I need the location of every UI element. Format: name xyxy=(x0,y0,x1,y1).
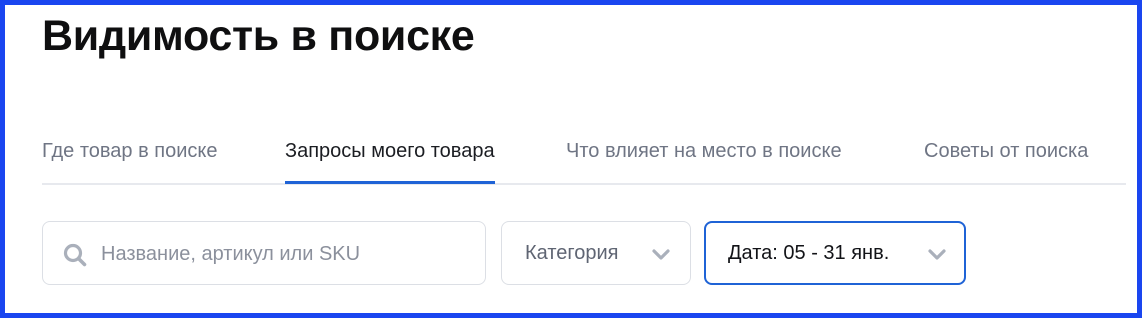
category-dropdown-label: Категория xyxy=(525,242,619,264)
tab-my-product-queries[interactable]: Запросы моего товара xyxy=(285,140,495,185)
tab-search-tips[interactable]: Советы от поиска xyxy=(924,140,1088,185)
date-range-label: Дата: 05 - 31 янв. xyxy=(728,242,890,264)
page-title: Видимость в поиске xyxy=(42,12,475,60)
tab-where-in-search[interactable]: Где товар в поиске xyxy=(42,140,218,185)
date-range-dropdown[interactable]: Дата: 05 - 31 янв. xyxy=(704,221,966,285)
tab-bar: Где товар в поиске Запросы моего товара … xyxy=(42,140,1126,186)
search-icon xyxy=(63,243,87,267)
category-dropdown[interactable]: Категория xyxy=(501,221,691,285)
chevron-down-icon xyxy=(928,249,946,260)
search-input[interactable] xyxy=(99,222,473,286)
chevron-down-icon xyxy=(652,249,670,260)
tab-ranking-factors[interactable]: Что влияет на место в поиске xyxy=(566,140,842,185)
search-box xyxy=(42,221,486,286)
